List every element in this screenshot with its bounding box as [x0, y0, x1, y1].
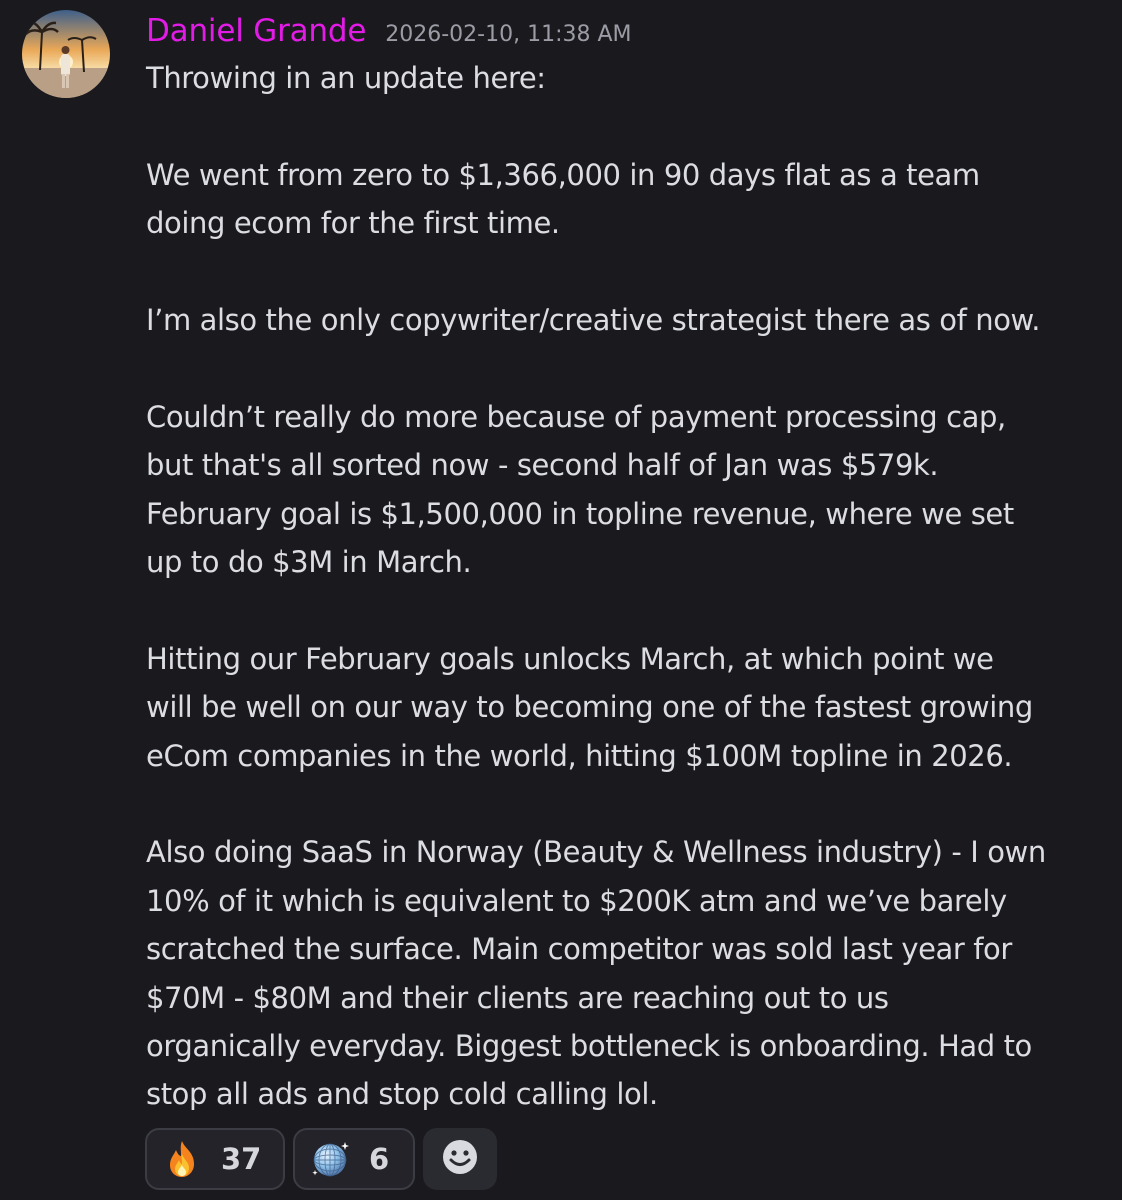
add-reaction-button[interactable]: [423, 1128, 497, 1190]
message-header: Daniel Grande 2026-02-10, 11:38 AM: [146, 10, 632, 52]
author-name[interactable]: Daniel Grande: [146, 10, 366, 52]
reaction-mirror-ball-button[interactable]: 6: [293, 1128, 415, 1190]
reaction-count: 37: [221, 1142, 262, 1176]
fire-icon: [161, 1138, 203, 1180]
message-paragraph: I’m also the only copywriter/creative st…: [146, 303, 1041, 337]
message-paragraph: Couldn’t really do more because of payme…: [146, 399, 1014, 580]
message-paragraph: We went from zero to $1,366,000 in 90 da…: [146, 157, 980, 241]
beach-photo-avatar-icon: [22, 10, 110, 98]
reaction-count: 6: [369, 1142, 390, 1176]
message-paragraph: Also doing SaaS in Norway (Beauty & Well…: [146, 835, 1046, 1112]
message-timestamp: 2026-02-10, 11:38 AM: [385, 22, 632, 47]
reaction-fire-button[interactable]: 37: [145, 1128, 285, 1190]
smiley-icon: [440, 1137, 480, 1181]
message-paragraph: Throwing in an update here:: [146, 61, 546, 95]
message-body: Throwing in an update here: We went from…: [146, 54, 1106, 1119]
reactions-bar: 37 6: [145, 1128, 497, 1190]
avatar[interactable]: [22, 10, 110, 98]
chat-message: Daniel Grande 2026-02-10, 11:38 AM Throw…: [0, 0, 1122, 1200]
mirror-ball-icon: [309, 1138, 351, 1180]
message-paragraph: Hitting our February goals unlocks March…: [146, 641, 1033, 773]
